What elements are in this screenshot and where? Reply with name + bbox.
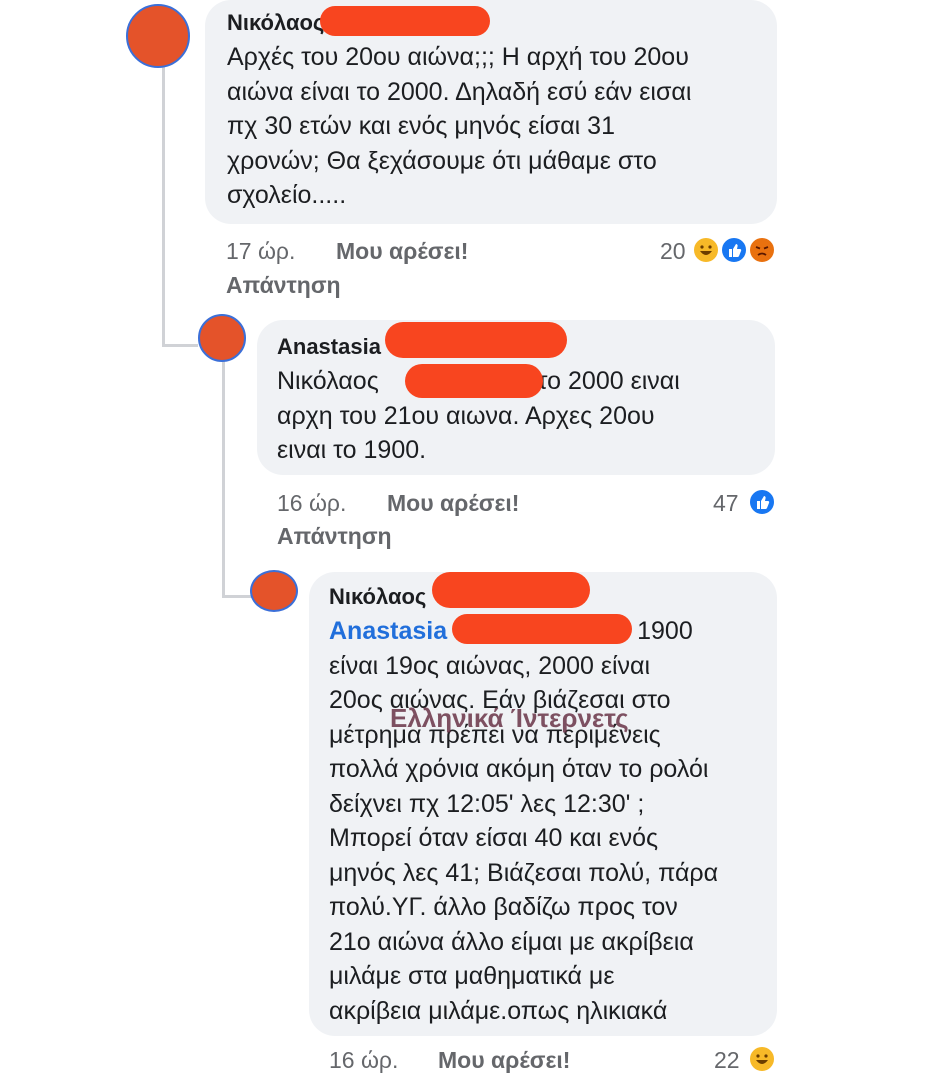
like-button[interactable]: Μου αρέσει! [438, 1047, 570, 1074]
reaction-count[interactable]: 47 [713, 490, 739, 517]
thread-line [162, 344, 198, 347]
avatar[interactable] [250, 570, 298, 612]
redaction-mark [385, 322, 567, 358]
like-icon [720, 236, 748, 264]
haha-icon [692, 236, 720, 264]
avatar[interactable] [126, 4, 190, 68]
comment-text: Αρχές του 20ου αιώνα;;; Η αρχή του 20ου … [227, 43, 692, 209]
like-button[interactable]: Μου αρέσει! [387, 490, 519, 517]
redaction-mark [452, 614, 632, 644]
redaction-mark [405, 364, 543, 398]
reply-button[interactable]: Απάντηση [226, 272, 341, 299]
reply-button[interactable]: Απάντηση [277, 523, 392, 550]
comment-timestamp[interactable]: 16 ώρ. [329, 1047, 398, 1074]
thread-line [162, 62, 165, 347]
angry-icon [748, 236, 776, 264]
like-icon [748, 488, 776, 516]
tagged-name[interactable]: Νικόλαος [277, 367, 379, 395]
comment-timestamp[interactable]: 17 ώρ. [226, 238, 295, 265]
thread-line [222, 595, 252, 598]
avatar[interactable] [198, 314, 246, 362]
like-button[interactable]: Μου αρέσει! [336, 238, 468, 265]
watermark: Ελληνικά Ίντερνετς [390, 703, 629, 733]
comment-timestamp[interactable]: 16 ώρ. [277, 490, 346, 517]
comment-text: Anastasia 1900 είναι 19ος αιώνας, 2000 εί… [329, 617, 719, 1025]
reaction-count[interactable]: 20 [660, 238, 686, 265]
comment-author[interactable]: Νικόλαος [227, 10, 757, 36]
comment-bubble: Νικόλαος Αρχές του 20ου αιώνα;;; Η αρχή … [205, 0, 777, 224]
haha-icon [748, 1045, 776, 1073]
thread-line [222, 360, 225, 598]
redaction-mark [320, 6, 490, 36]
mention-link[interactable]: Anastasia [329, 617, 447, 645]
reaction-count[interactable]: 22 [714, 1047, 740, 1074]
redaction-mark [432, 572, 590, 608]
